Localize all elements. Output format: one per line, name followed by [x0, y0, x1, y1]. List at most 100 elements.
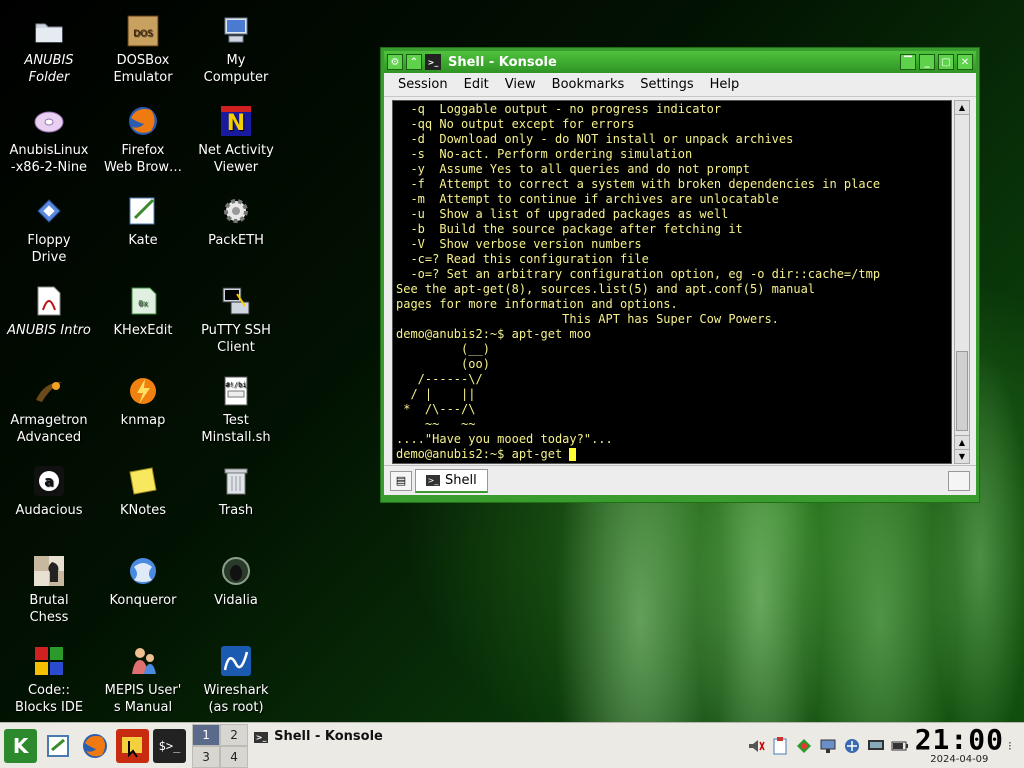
- knetworkmanager-icon[interactable]: [841, 735, 863, 757]
- desktop-icon-chess[interactable]: Brutal Chess: [2, 554, 96, 626]
- desktop-icon-floppy[interactable]: Floppy Drive: [2, 194, 96, 266]
- knmap-icon: [126, 374, 160, 408]
- desktop-icon-firefox[interactable]: Firefox Web Brow…: [96, 104, 190, 176]
- close-button[interactable]: ✕: [957, 54, 973, 70]
- taskbar-task-konsole[interactable]: >_ Shell - Konsole: [254, 726, 743, 766]
- pager-desktop-4[interactable]: 4: [220, 745, 249, 768]
- terminal-line-text: pages for more information and options.: [396, 297, 678, 311]
- desktop-icon-disc[interactable]: AnubisLinux -x86-2-Nine: [2, 104, 96, 176]
- scroll-up-arrow-icon[interactable]: ▲: [955, 101, 969, 115]
- terminal-line-text: -f Attempt to correct a system with brok…: [396, 177, 881, 191]
- monitor-icon[interactable]: [865, 735, 887, 757]
- scroll-down-arrow-icon[interactable]: ▼: [955, 449, 969, 463]
- window-title: Shell - Konsole: [448, 54, 557, 70]
- keep-above-icon[interactable]: ⌃: [406, 54, 422, 70]
- maximize-button[interactable]: ▢: [938, 54, 954, 70]
- menu-settings[interactable]: Settings: [632, 77, 701, 92]
- desktop-icon-putty[interactable]: PuTTY SSH Client: [189, 284, 283, 356]
- taskbar-app-icon[interactable]: [115, 728, 149, 763]
- menu-session[interactable]: Session: [390, 77, 456, 92]
- terminal-line-text: -d Download only - do NOT install or unp…: [396, 132, 794, 146]
- floppy-icon: [32, 194, 66, 228]
- desktop-icon-label: Kate: [128, 233, 158, 248]
- desktop-icon-label: Trash: [218, 503, 254, 518]
- audacious-icon: a: [32, 464, 66, 498]
- menu-bookmarks[interactable]: Bookmarks: [544, 77, 633, 92]
- window-menu-icon[interactable]: ⚙: [387, 54, 403, 70]
- menu-edit[interactable]: Edit: [456, 77, 497, 92]
- gear-icon: [219, 194, 253, 228]
- terminal-line-text: -u Show a list of upgraded packages as w…: [396, 207, 729, 221]
- desktop-icon-konqueror[interactable]: Konqueror: [96, 554, 190, 609]
- close-tab-button[interactable]: [948, 470, 970, 491]
- hexedit-icon: 0x: [126, 284, 160, 318]
- desktop-icon-computer[interactable]: My Computer: [189, 14, 283, 86]
- battery-icon[interactable]: [889, 735, 911, 757]
- terminal-line-text: (oo): [396, 357, 490, 371]
- terminal-scrollbar[interactable]: ▲ ▲ ▼: [954, 100, 970, 464]
- computer-icon: [219, 14, 253, 48]
- update-notifier-icon[interactable]: [793, 735, 815, 757]
- desktop-icon-armagetron[interactable]: Armagetron Advanced: [2, 374, 96, 446]
- new-tab-button[interactable]: ▤: [390, 470, 412, 491]
- tab-shell[interactable]: >_ Shell: [415, 468, 488, 493]
- clock[interactable]: 21:00 2024-04-09: [915, 725, 1004, 766]
- armagetron-icon: [32, 374, 66, 408]
- desktop-icon-folder[interactable]: ANUBIS Folder: [2, 14, 96, 86]
- pager-desktop-3[interactable]: 3: [192, 745, 221, 768]
- vidalia-icon: [219, 554, 253, 588]
- tray-expand-arrow-icon[interactable]: ⁝: [1008, 739, 1020, 753]
- desktop-icon-wireshark[interactable]: Wireshark (as root): [189, 644, 283, 716]
- desktop-icon-label: PackETH: [208, 233, 264, 248]
- desktop-icon-codeblocks[interactable]: Code:: Blocks IDE: [2, 644, 96, 716]
- terminal-area: -q Loggable output - no progress indicat…: [384, 97, 976, 465]
- terminal-line-text: -o=? Set an arbitrary configuration opti…: [396, 267, 881, 281]
- desktop-icon-trash[interactable]: Trash: [189, 464, 283, 519]
- pager-desktop-2[interactable]: 2: [220, 723, 249, 746]
- desktop-icon-hexedit[interactable]: 0x KHexEdit: [96, 284, 190, 339]
- terminal-line: -o=? Set an arbitrary configuration opti…: [396, 267, 948, 282]
- terminal-output[interactable]: -q Loggable output - no progress indicat…: [392, 100, 952, 464]
- terminal-line-text: demo@anubis2:~$ apt-get: [396, 447, 570, 461]
- window-titlebar[interactable]: ⚙ ⌃ >_ Shell - Konsole ▔ _ ▢ ✕: [384, 51, 976, 73]
- desktop-icon-notes[interactable]: KNotes: [96, 464, 190, 519]
- kwrite-launcher-icon[interactable]: [41, 729, 74, 763]
- svg-text:0x: 0x: [138, 299, 148, 308]
- desktop-icon-manual[interactable]: MEPIS User' s Manual: [96, 644, 190, 716]
- desktop-icon-label: My Computer: [203, 53, 269, 85]
- desktop-icon-vidalia[interactable]: Vidalia: [189, 554, 283, 609]
- desktop-icon-script[interactable]: #!/bi Test Minstall.sh: [189, 374, 283, 446]
- svg-text:N: N: [227, 111, 245, 136]
- desktop-icon-kate[interactable]: Kate: [96, 194, 190, 249]
- desktop-icon-pdf[interactable]: ANUBIS Intro: [2, 284, 96, 339]
- desktop-icon-dosbox[interactable]: DOS DOSBox Emulator: [96, 14, 190, 86]
- desktop-icon-gear[interactable]: PackETH: [189, 194, 283, 249]
- firefox-launcher-icon[interactable]: [78, 729, 111, 763]
- terminal-line-text: -b Build the source package after fetchi…: [396, 222, 743, 236]
- terminal-line: -d Download only - do NOT install or unp…: [396, 132, 948, 147]
- konsole-launcher-icon[interactable]: $>_: [152, 728, 187, 763]
- help-icon[interactable]: ▔: [900, 54, 916, 70]
- konsole-window[interactable]: ⚙ ⌃ >_ Shell - Konsole ▔ _ ▢ ✕ Session E…: [380, 47, 980, 503]
- svg-text:#!/bi: #!/bi: [225, 381, 246, 389]
- pager-desktop-1[interactable]: 1: [192, 723, 221, 746]
- terminal-line: This APT has Super Cow Powers.: [396, 312, 948, 327]
- k-menu-button[interactable]: K: [4, 728, 38, 763]
- scrollbar-thumb[interactable]: [956, 351, 968, 431]
- desktop-pager: 1 2 3 4: [192, 723, 249, 768]
- desktop-icon-netactivity[interactable]: N Net Activity Viewer: [189, 104, 283, 176]
- scroll-up2-arrow-icon[interactable]: ▲: [955, 435, 969, 449]
- desktop-icon-label: Audacious: [15, 503, 83, 518]
- menu-view[interactable]: View: [497, 77, 544, 92]
- minimize-button[interactable]: _: [919, 54, 935, 70]
- taskbar: K $>_ 1 2 3 4 >_ Shell - Konsole 21:00 2…: [0, 722, 1024, 768]
- terminal-line: -q Loggable output - no progress indicat…: [396, 102, 948, 117]
- desktop-icon-audacious[interactable]: a Audacious: [2, 464, 96, 519]
- clipboard-icon[interactable]: [769, 735, 791, 757]
- menu-help[interactable]: Help: [702, 77, 748, 92]
- desktop-icon-knmap[interactable]: knmap: [96, 374, 190, 429]
- network-icon[interactable]: [817, 735, 839, 757]
- terminal-line-text: See the apt-get(8), sources.list(5) and …: [396, 282, 816, 296]
- volume-icon[interactable]: [745, 735, 767, 757]
- terminal-line: See the apt-get(8), sources.list(5) and …: [396, 282, 948, 297]
